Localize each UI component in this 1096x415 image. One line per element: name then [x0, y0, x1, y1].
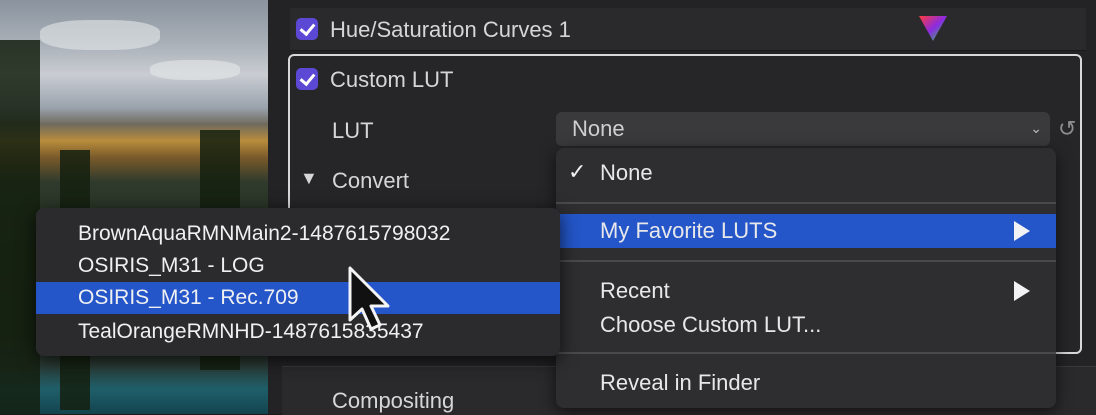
menu-item-label: My Favorite LUTS	[600, 218, 778, 243]
menu-item-label: Reveal in Finder	[600, 370, 761, 395]
lut-dropdown-menu: ✓ None My Favorite LUTS Recent Choose Cu…	[556, 148, 1056, 408]
snow-patch	[150, 60, 240, 80]
hue-saturation-checkbox[interactable]	[296, 18, 318, 40]
submenu-arrow-icon	[1014, 221, 1030, 241]
menu-item-choose-custom-lut[interactable]: Choose Custom LUT...	[556, 308, 1056, 342]
menu-item-none[interactable]: ✓ None	[556, 156, 1056, 190]
reset-arrow-icon[interactable]: ↺	[1058, 116, 1076, 142]
submenu-item-label: BrownAquaRMNMain2-1487615798032	[78, 222, 451, 245]
menu-item-label: Choose Custom LUT...	[600, 312, 822, 337]
favorites-submenu: BrownAquaRMNMain2-1487615798032 OSIRIS_M…	[36, 208, 560, 356]
pointer-cursor-icon	[348, 266, 390, 331]
checkmark-icon: ✓	[568, 159, 587, 184]
chevron-down-icon: ⌄	[1030, 120, 1042, 136]
snow-patch	[40, 20, 160, 50]
custom-lut-checkbox[interactable]	[296, 68, 318, 90]
submenu-item-label: OSIRIS_M31 - Rec.709	[78, 286, 299, 309]
convert-label: Convert	[332, 168, 410, 193]
menu-separator	[556, 202, 1056, 204]
submenu-item[interactable]: BrownAquaRMNMain2-1487615798032	[36, 218, 560, 250]
submenu-item[interactable]: TealOrangeRMNHD-1487615835437	[36, 316, 560, 348]
lut-popup-value: None	[572, 116, 625, 141]
submenu-item-highlighted[interactable]: OSIRIS_M31 - Rec.709	[36, 282, 560, 314]
compositing-label: Compositing	[332, 388, 455, 413]
hue-saturation-label: Hue/Saturation Curves 1	[330, 17, 571, 42]
submenu-item[interactable]: OSIRIS_M31 - LOG	[36, 250, 560, 282]
submenu-arrow-icon	[1014, 281, 1030, 301]
menu-separator	[556, 260, 1056, 262]
color-triangle-icon[interactable]	[918, 14, 948, 42]
menu-item-reveal-in-finder[interactable]: Reveal in Finder	[556, 366, 1056, 400]
menu-item-label: Recent	[600, 278, 670, 303]
menu-item-my-favorite-luts[interactable]: My Favorite LUTS	[556, 214, 1056, 248]
tree-silhouette	[0, 40, 40, 414]
custom-lut-label: Custom LUT	[330, 67, 454, 92]
lut-popup-button[interactable]: None ⌄	[556, 112, 1050, 146]
submenu-item-label: OSIRIS_M31 - LOG	[78, 254, 265, 277]
menu-separator	[556, 352, 1056, 354]
disclosure-triangle-icon[interactable]: ▼	[300, 168, 318, 189]
lut-param-label: LUT	[332, 118, 374, 143]
menu-item-recent[interactable]: Recent	[556, 274, 1056, 308]
menu-item-label: None	[600, 160, 653, 185]
